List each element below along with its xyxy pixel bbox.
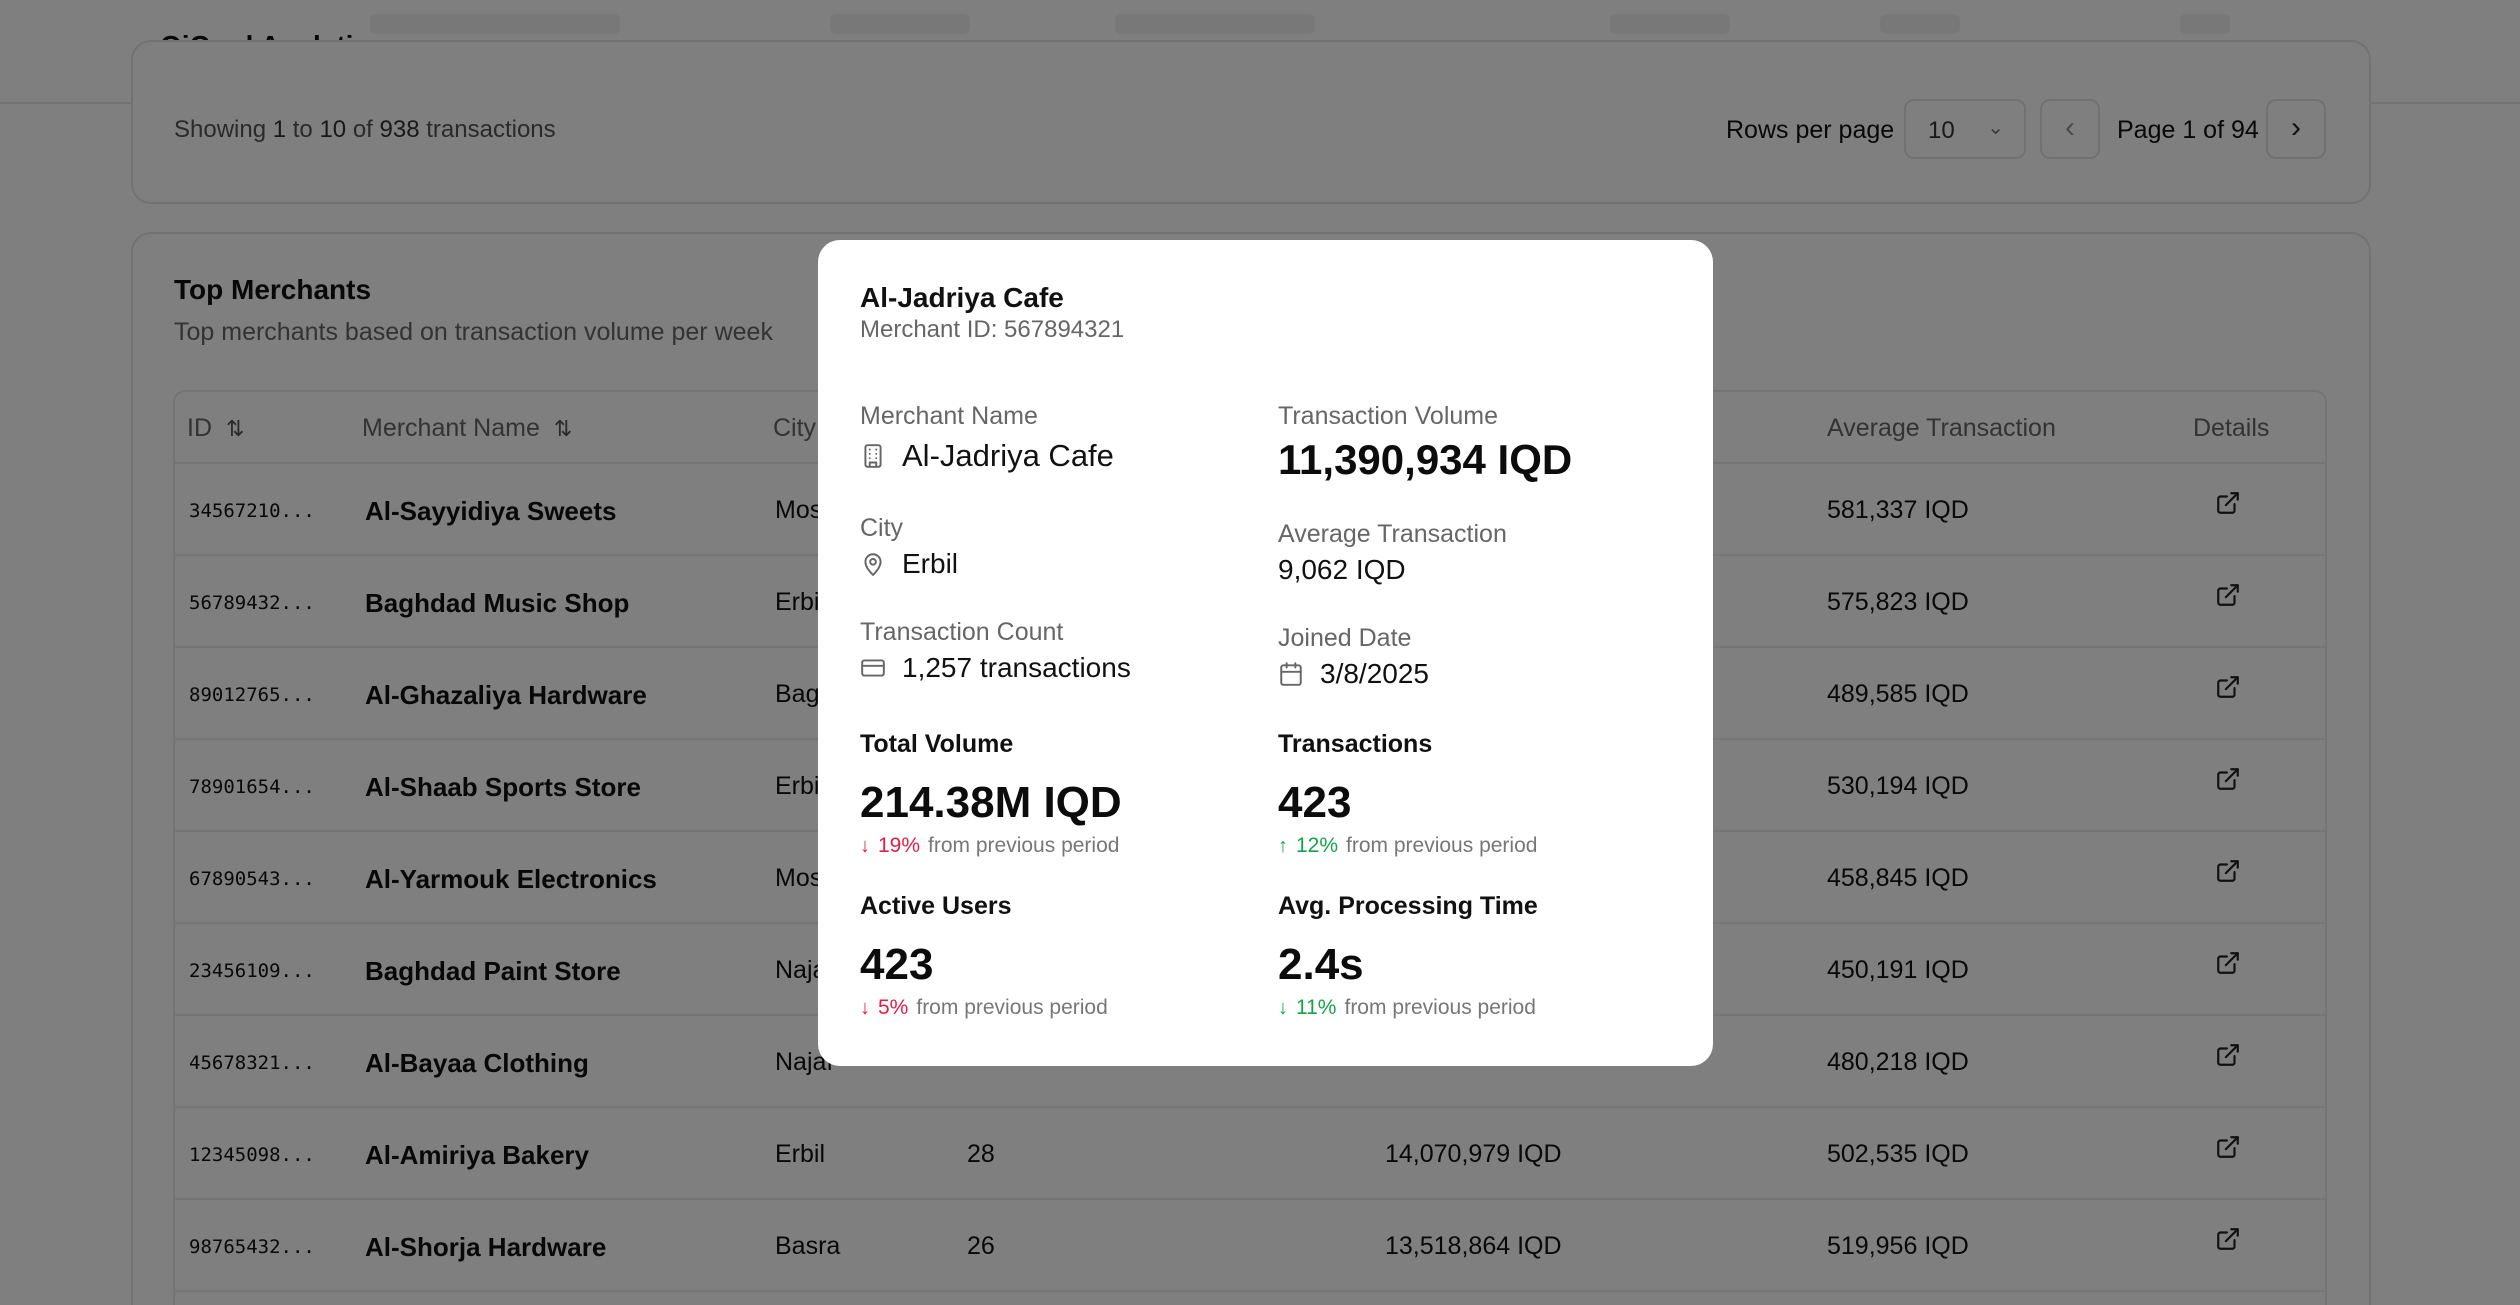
building-icon xyxy=(864,444,882,468)
change-caption: from previous period xyxy=(928,834,1120,857)
active-users-pct: 5% xyxy=(878,996,909,1019)
processing-time-pct: 11% xyxy=(1296,996,1337,1019)
calendar-icon xyxy=(1280,662,1302,686)
joined-date-label: Joined Date xyxy=(1278,624,1412,652)
arrow-down-icon: ↓ xyxy=(1278,996,1288,1019)
credit-card-icon xyxy=(861,659,885,677)
merchant-id: Merchant ID: 567894321 xyxy=(860,316,1125,343)
dialog-title: Al-Jadriya Cafe xyxy=(860,282,1064,313)
map-pin-icon xyxy=(864,553,882,576)
active-users-change: ↓ 5% from previous period xyxy=(860,996,1108,1020)
active-users-label: Active Users xyxy=(860,892,1012,920)
processing-time-label: Avg. Processing Time xyxy=(1278,892,1538,920)
city-text: Erbil xyxy=(902,548,959,579)
transaction-count-text: 1,257 transactions xyxy=(902,652,1131,683)
total-volume-change: ↓ 19% from previous period xyxy=(860,834,1119,858)
transaction-volume-label: Transaction Volume xyxy=(1278,402,1499,430)
processing-time-change: ↓ 11% from previous period xyxy=(1278,996,1536,1020)
transaction-count-label: Transaction Count xyxy=(860,618,1064,646)
city-label: City xyxy=(860,514,904,542)
average-transaction-label: Average Transaction xyxy=(1278,520,1507,548)
joined-date-value: 3/8/2025 xyxy=(1278,658,1429,690)
processing-time-value: 2.4s xyxy=(1278,940,1364,989)
merchant-name-text: Al-Jadriya Cafe xyxy=(902,438,1114,473)
change-caption: from previous period xyxy=(916,996,1108,1019)
transaction-volume-value: 11,390,934 IQD xyxy=(1278,436,1573,483)
active-users-value: 423 xyxy=(860,940,934,989)
merchant-name-value: Al-Jadriya Cafe xyxy=(860,438,1114,474)
merchant-name-label: Merchant Name xyxy=(860,402,1038,430)
total-volume-label: Total Volume xyxy=(860,730,1014,758)
transactions-label: Transactions xyxy=(1278,730,1433,758)
transactions-change: ↑ 12% from previous period xyxy=(1278,834,1537,858)
average-transaction-value: 9,062 IQD xyxy=(1278,554,1406,585)
total-volume-value: 214.38M IQD xyxy=(860,778,1122,827)
total-volume-pct: 19% xyxy=(878,834,921,857)
merchant-details-dialog: Al-Jadriya Cafe Merchant ID: 567894321 M… xyxy=(818,240,1713,1066)
change-caption: from previous period xyxy=(1344,996,1536,1019)
change-caption: from previous period xyxy=(1346,834,1538,857)
city-value: Erbil xyxy=(860,548,958,580)
arrow-up-icon: ↑ xyxy=(1278,834,1288,857)
transaction-count-value: 1,257 transactions xyxy=(860,652,1131,684)
joined-date-text: 3/8/2025 xyxy=(1320,658,1429,689)
transactions-pct: 12% xyxy=(1296,834,1339,857)
arrow-down-icon: ↓ xyxy=(860,996,870,1019)
arrow-down-icon: ↓ xyxy=(860,834,870,857)
transactions-value: 423 xyxy=(1278,778,1352,827)
